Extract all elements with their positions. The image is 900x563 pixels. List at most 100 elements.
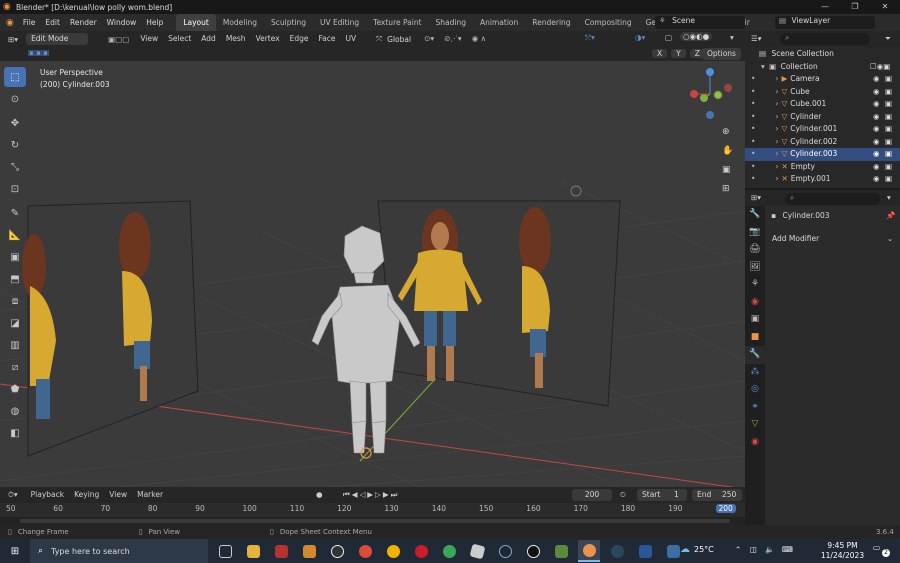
outliner-collection[interactable]: ▾ ▣ Collection ☐◉▣ xyxy=(745,61,900,74)
3d-viewport[interactable]: User Perspective (200) Cylinder.003 ⊕ ✋ … xyxy=(0,61,745,487)
outliner-search[interactable]: ⌕ xyxy=(780,33,870,45)
select-box-icon[interactable]: ⬚ xyxy=(4,67,26,87)
start-frame-field[interactable]: Start 1 xyxy=(637,489,687,501)
shading-dropdown-icon[interactable]: ▾ xyxy=(730,33,734,42)
ortho-toggle-icon[interactable]: ⊞ xyxy=(722,180,733,199)
menu-add[interactable]: Add xyxy=(196,31,221,47)
tab-animation[interactable]: Animation xyxy=(473,14,525,31)
transform-tool-icon[interactable]: ⊡ xyxy=(4,179,26,199)
modifier-props-icon[interactable]: 🔧 xyxy=(745,346,765,364)
move-tool-icon[interactable]: ✥ xyxy=(4,113,26,133)
minecraft-icon[interactable] xyxy=(550,540,572,562)
smooth-tool-icon[interactable]: ◧ xyxy=(4,423,26,443)
expand-icon[interactable]: › xyxy=(775,149,778,158)
unreal-icon[interactable] xyxy=(522,540,544,562)
pivot-icon[interactable]: ⊙▾ xyxy=(419,31,439,47)
playback-controls[interactable]: ⏮◀◁▶▷▶⏭ xyxy=(343,490,399,500)
overlay-toggle-icon[interactable]: ◑▾ xyxy=(635,33,645,42)
render-camera-icon[interactable]: ▣ xyxy=(885,173,892,186)
add-cube-tool-icon[interactable]: ▣ xyxy=(4,247,26,267)
menu-help[interactable]: Help xyxy=(141,14,168,31)
visibility-eye-icon[interactable]: ◉ xyxy=(873,136,880,149)
annotate-tool-icon[interactable]: ✎ xyxy=(4,203,26,223)
current-frame-field[interactable]: 200 xyxy=(572,489,612,501)
expand-icon[interactable]: › xyxy=(775,99,778,108)
world-props-icon[interactable]: ◉ xyxy=(745,294,765,312)
end-frame-field[interactable]: End 250 xyxy=(692,489,742,501)
visibility-eye-icon[interactable]: ◉ xyxy=(873,98,880,111)
expand-icon[interactable]: › xyxy=(775,162,778,171)
rotate-tool-icon[interactable]: ↻ xyxy=(4,135,26,155)
notifications-button[interactable]: ▭ 2 xyxy=(873,543,890,558)
view-layer-selector[interactable]: ▤ ViewLayer xyxy=(775,16,875,29)
menu-marker[interactable]: Marker xyxy=(132,487,168,503)
network-icon[interactable]: ◫ xyxy=(750,545,757,554)
proportional-edit-icon[interactable]: ◉ ∧ xyxy=(467,31,491,47)
volume-icon[interactable]: 🔈 xyxy=(765,545,774,554)
preview-range-icon[interactable]: ⏲ xyxy=(620,490,626,500)
render-camera-icon[interactable]: ▣ xyxy=(885,86,892,99)
tab-modeling[interactable]: Modeling xyxy=(216,14,264,31)
render-camera-icon[interactable]: ▣ xyxy=(885,98,892,111)
timeline-ruler[interactable]: 50 60 70 80 90 100 110 120 130 140 150 160 170 180 190… xyxy=(0,503,745,517)
edit-select-mode-icons[interactable]: ▣▣▣ xyxy=(28,48,49,57)
expand-icon[interactable]: › xyxy=(775,74,778,83)
expand-icon[interactable]: › xyxy=(775,137,778,146)
transform-orientation-selector[interactable]: Global xyxy=(387,35,411,44)
outliner-item[interactable]: • › ✕ Empty ◉ ▣ xyxy=(745,161,900,174)
chrome-icon-2[interactable] xyxy=(382,540,404,562)
clock[interactable]: 9:45 PM 11/24/2023 xyxy=(815,541,870,561)
menu-edit[interactable]: Edit xyxy=(40,14,65,31)
menu-vertex[interactable]: Vertex xyxy=(251,31,285,47)
app-c-icon[interactable] xyxy=(326,540,348,562)
expand-icon[interactable]: › xyxy=(775,174,778,183)
render-camera-icon[interactable]: ▣ xyxy=(885,123,892,136)
menu-keying[interactable]: Keying xyxy=(69,487,104,503)
close-button[interactable]: ✕ xyxy=(870,0,900,14)
bevel-tool-icon[interactable]: ◪ xyxy=(4,313,26,333)
menu-file[interactable]: File xyxy=(18,14,41,31)
zoom-icon[interactable]: ⊕ xyxy=(722,123,733,142)
cursor-tool-icon[interactable]: ⊙ xyxy=(4,89,26,109)
physics-props-icon[interactable]: ◎ xyxy=(745,381,765,399)
output-props-icon[interactable]: 🖨 xyxy=(745,241,765,259)
collection-props-icon[interactable]: ▣ xyxy=(745,311,765,329)
menu-edge[interactable]: Edge xyxy=(285,31,314,47)
object-props-icon[interactable]: ■ xyxy=(745,329,765,347)
minimize-button[interactable]: — xyxy=(810,0,840,14)
roblox-icon[interactable] xyxy=(466,540,488,562)
constraints-props-icon[interactable]: ⚭ xyxy=(745,399,765,417)
knife-tool-icon[interactable]: ⧄ xyxy=(4,357,26,377)
chrome-icon-3[interactable] xyxy=(438,540,460,562)
visibility-eye-icon[interactable]: ◉ xyxy=(873,161,880,174)
loop-cut-tool-icon[interactable]: ▥ xyxy=(4,335,26,355)
menu-timeline-view[interactable]: View xyxy=(104,487,132,503)
outliner-item[interactable]: • › ▽ Cylinder ◉ ▣ xyxy=(745,111,900,124)
visibility-eye-icon[interactable]: ◉ xyxy=(873,111,880,124)
select-mode-icons[interactable]: ▣▢▢ xyxy=(108,35,129,44)
reference-image-right[interactable] xyxy=(377,200,621,407)
scene-selector[interactable]: ⚘ Scene xyxy=(655,16,745,29)
record-icon[interactable]: ● xyxy=(316,490,323,499)
camera-view-icon[interactable]: ▣ xyxy=(722,161,733,180)
maximize-button[interactable]: ❐ xyxy=(840,0,870,14)
render-camera-icon[interactable]: ▣ xyxy=(885,148,892,161)
menu-select[interactable]: Select xyxy=(163,31,196,47)
file-explorer-icon[interactable] xyxy=(242,540,264,562)
tab-shading[interactable]: Shading xyxy=(429,14,473,31)
extrude-tool-icon[interactable]: ⬒ xyxy=(4,269,26,289)
taskbar-search[interactable]: ⌕ Type here to search xyxy=(30,539,208,563)
gizmo-toggle-icon[interactable]: ⤱▾ xyxy=(585,33,595,43)
outliner-scene-collection[interactable]: ▤ Scene Collection xyxy=(745,48,900,61)
tab-uv-editing[interactable]: UV Editing xyxy=(313,14,366,31)
word-icon[interactable] xyxy=(634,540,656,562)
pin-icon[interactable]: 📌 xyxy=(886,211,895,220)
render-camera-icon[interactable]: ▣ xyxy=(885,136,892,149)
collection-visibility-icon[interactable]: ☐◉▣ xyxy=(870,61,890,74)
outliner-item[interactable]: • › ▽ Cube ◉ ▣ xyxy=(745,86,900,99)
data-props-icon[interactable]: ▽ xyxy=(745,416,765,434)
opera-icon[interactable] xyxy=(410,540,432,562)
properties-options-icon[interactable]: ▾ xyxy=(887,193,891,202)
measure-tool-icon[interactable]: 📐 xyxy=(4,225,26,245)
particles-props-icon[interactable]: ⁂ xyxy=(745,364,765,382)
